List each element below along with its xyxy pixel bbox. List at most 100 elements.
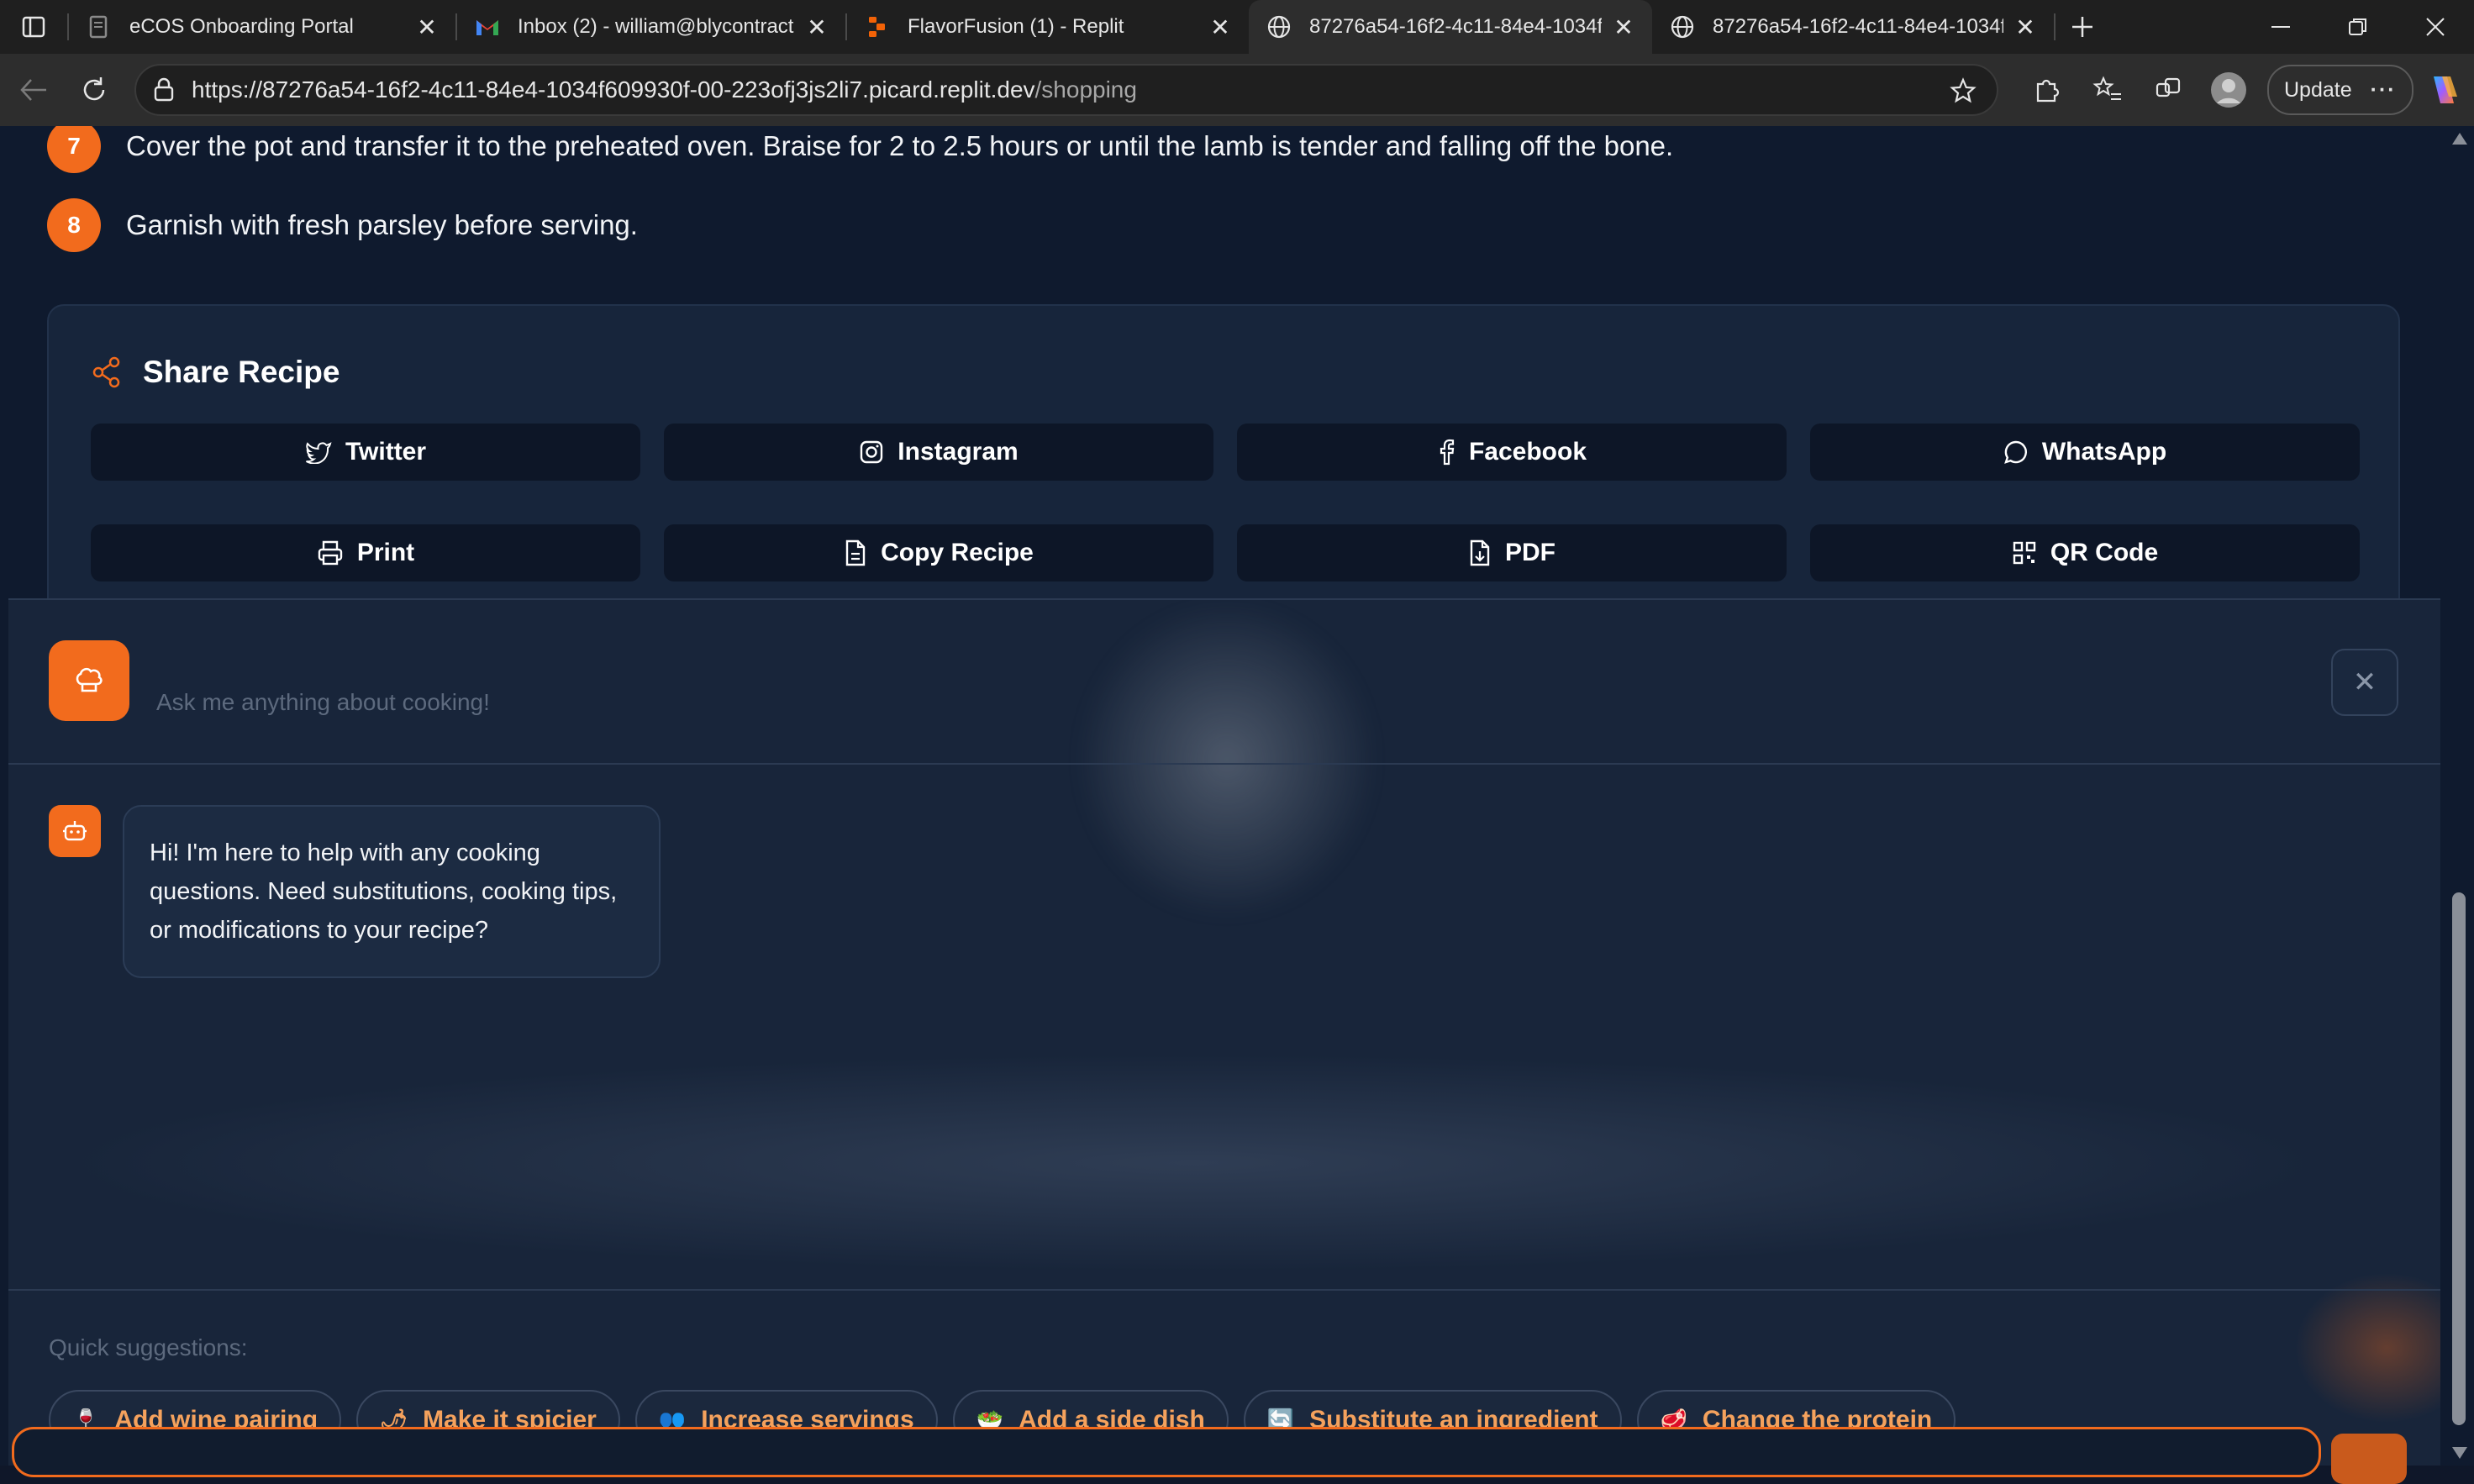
- step-text: Garnish with fresh parsley before servin…: [126, 209, 638, 240]
- profile-avatar[interactable]: [2198, 60, 2259, 120]
- collections-icon: [2156, 77, 2181, 97]
- favorites-list-icon: [2092, 76, 2121, 100]
- url-host: https://87276a54-16f2-4c11-84e4-1034f609…: [192, 76, 1035, 103]
- page-content: 7 Cover the pot and transfer it to the p…: [0, 126, 2445, 1466]
- favorites-button[interactable]: [2077, 60, 2138, 120]
- close-assistant-button[interactable]: ✕: [2331, 649, 2398, 716]
- minimize-icon[interactable]: [2242, 0, 2319, 54]
- print-button[interactable]: Print: [91, 524, 640, 581]
- share-button-label: QR Code: [2050, 539, 2159, 566]
- browser-tab-bar: eCOS Onboarding Portal ✕ Inbox (2) - wil…: [0, 0, 2474, 54]
- more-menu-icon[interactable]: ···: [2371, 78, 2397, 103]
- share-button-label: Instagram: [897, 438, 1019, 466]
- arrow-left-icon: [20, 79, 46, 101]
- close-tab-icon[interactable]: ✕: [2013, 14, 2037, 40]
- qr-code-icon: [2012, 540, 2037, 566]
- share-instagram-button[interactable]: Instagram: [664, 424, 1213, 481]
- share-whatsapp-button[interactable]: WhatsApp: [1810, 424, 2360, 481]
- assistant-header: Ask me anything about cooking! ✕: [8, 600, 2440, 765]
- close-window-icon[interactable]: [2397, 0, 2474, 54]
- page-scrollbar[interactable]: [2445, 126, 2474, 1466]
- scrollbar-thumb[interactable]: [2452, 892, 2466, 1425]
- address-bar[interactable]: https://87276a54-16f2-4c11-84e4-1034f609…: [134, 64, 1998, 116]
- share-recipe-heading: Share Recipe: [91, 355, 340, 390]
- extensions-button[interactable]: [2017, 60, 2077, 120]
- new-tab-button[interactable]: [2056, 0, 2109, 54]
- close-tab-icon[interactable]: ✕: [1208, 14, 1232, 40]
- bot-icon: [49, 805, 101, 857]
- qr-code-button[interactable]: QR Code: [1810, 524, 2360, 581]
- update-button[interactable]: Update ···: [2267, 65, 2413, 115]
- recipe-step: 8 Garnish with fresh parsley before serv…: [47, 198, 638, 252]
- tab-title: 87276a54-16f2-4c11-84e4-1034f6: [1309, 15, 1602, 38]
- send-button[interactable]: [2331, 1434, 2407, 1484]
- chef-hat-icon: [49, 640, 129, 721]
- replit-icon: [864, 13, 891, 40]
- assistant-prompt-placeholder[interactable]: Ask me anything about cooking!: [156, 689, 490, 716]
- back-button[interactable]: [3, 60, 64, 120]
- instagram-icon: [859, 439, 884, 465]
- tab-ecos-onboarding[interactable]: eCOS Onboarding Portal ✕: [69, 0, 455, 54]
- bot-message: Hi! I'm here to help with any cooking qu…: [123, 805, 661, 978]
- browser-toolbar: https://87276a54-16f2-4c11-84e4-1034f609…: [0, 54, 2474, 126]
- copy-recipe-button[interactable]: Copy Recipe: [664, 524, 1213, 581]
- puzzle-icon: [2036, 79, 2060, 103]
- close-icon: ✕: [2352, 666, 2377, 698]
- sidebar-toggle-button[interactable]: [0, 0, 67, 54]
- copilot-button[interactable]: [2413, 60, 2474, 120]
- window-controls: [2242, 0, 2474, 54]
- step-number-badge: 8: [47, 198, 101, 252]
- tab-title: eCOS Onboarding Portal: [129, 15, 354, 38]
- restore-icon[interactable]: [2319, 0, 2397, 54]
- share-facebook-button[interactable]: Facebook: [1237, 424, 1787, 481]
- tab-title: FlavorFusion (1) - Replit: [908, 15, 1124, 38]
- facebook-icon: [1437, 439, 1455, 466]
- url-path: /shopping: [1034, 76, 1137, 103]
- favorite-star-icon[interactable]: [1950, 77, 1977, 108]
- scroll-down-icon[interactable]: [2452, 1447, 2467, 1459]
- close-tab-icon[interactable]: ✕: [805, 14, 829, 40]
- share-button-label: Copy Recipe: [881, 539, 1034, 566]
- tab-title: Inbox (2) - william@blycontracting: [518, 15, 795, 38]
- gmail-icon: [474, 13, 501, 40]
- collections-button[interactable]: [2138, 60, 2198, 120]
- whatsapp-icon: [2003, 439, 2029, 465]
- plus-icon: [2072, 17, 2092, 37]
- tab-replit-dev[interactable]: 87276a54-16f2-4c11-84e4-1034f6 ✕: [1652, 0, 2054, 54]
- pdf-download-button[interactable]: PDF: [1237, 524, 1787, 581]
- tab-title: 87276a54-16f2-4c11-84e4-1034f6: [1713, 15, 2003, 38]
- tab-replit-dev-active[interactable]: 87276a54-16f2-4c11-84e4-1034f6 ✕: [1249, 0, 1652, 54]
- file-download-icon: [1468, 539, 1492, 566]
- step-number-badge: 7: [47, 126, 101, 173]
- share-twitter-button[interactable]: Twitter: [91, 424, 640, 481]
- share-button-label: Twitter: [345, 438, 427, 466]
- printer-icon: [317, 539, 344, 566]
- recipe-step: 7 Cover the pot and transfer it to the p…: [47, 126, 1673, 173]
- share-title-text: Share Recipe: [143, 355, 340, 389]
- site-info-icon[interactable]: [153, 77, 175, 103]
- globe-icon: [1266, 13, 1292, 40]
- cooking-assistant-panel: Ask me anything about cooking! ✕ Hi! I'm…: [8, 598, 2440, 1466]
- refresh-button[interactable]: [64, 60, 124, 120]
- document-icon: [844, 539, 867, 566]
- copilot-icon: [2433, 76, 2457, 103]
- chat-message-input[interactable]: [12, 1427, 2321, 1477]
- tab-flavorfusion-replit[interactable]: FlavorFusion (1) - Replit ✕: [847, 0, 1249, 54]
- scroll-up-icon[interactable]: [2452, 133, 2467, 145]
- refresh-icon: [83, 77, 105, 101]
- url-text: https://87276a54-16f2-4c11-84e4-1034f609…: [192, 76, 1137, 103]
- browser-right-tools: Update ···: [2017, 61, 2474, 119]
- share-button-label: WhatsApp: [2041, 438, 2167, 466]
- share-icon: [92, 356, 120, 388]
- quick-suggestions-label: Quick suggestions:: [49, 1334, 248, 1360]
- avatar-icon: [2211, 72, 2246, 108]
- close-tab-icon[interactable]: ✕: [1612, 14, 1635, 40]
- share-button-label: Print: [356, 539, 415, 566]
- share-recipe-card: Share Recipe Twitter Instagram Facebook …: [47, 304, 2400, 640]
- share-button-label: PDF: [1505, 539, 1555, 566]
- document-icon: [86, 13, 113, 40]
- twitter-icon: [305, 440, 332, 464]
- close-tab-icon[interactable]: ✕: [415, 14, 439, 40]
- background-blur: [59, 1054, 2328, 1272]
- tab-gmail-inbox[interactable]: Inbox (2) - william@blycontracting ✕: [457, 0, 845, 54]
